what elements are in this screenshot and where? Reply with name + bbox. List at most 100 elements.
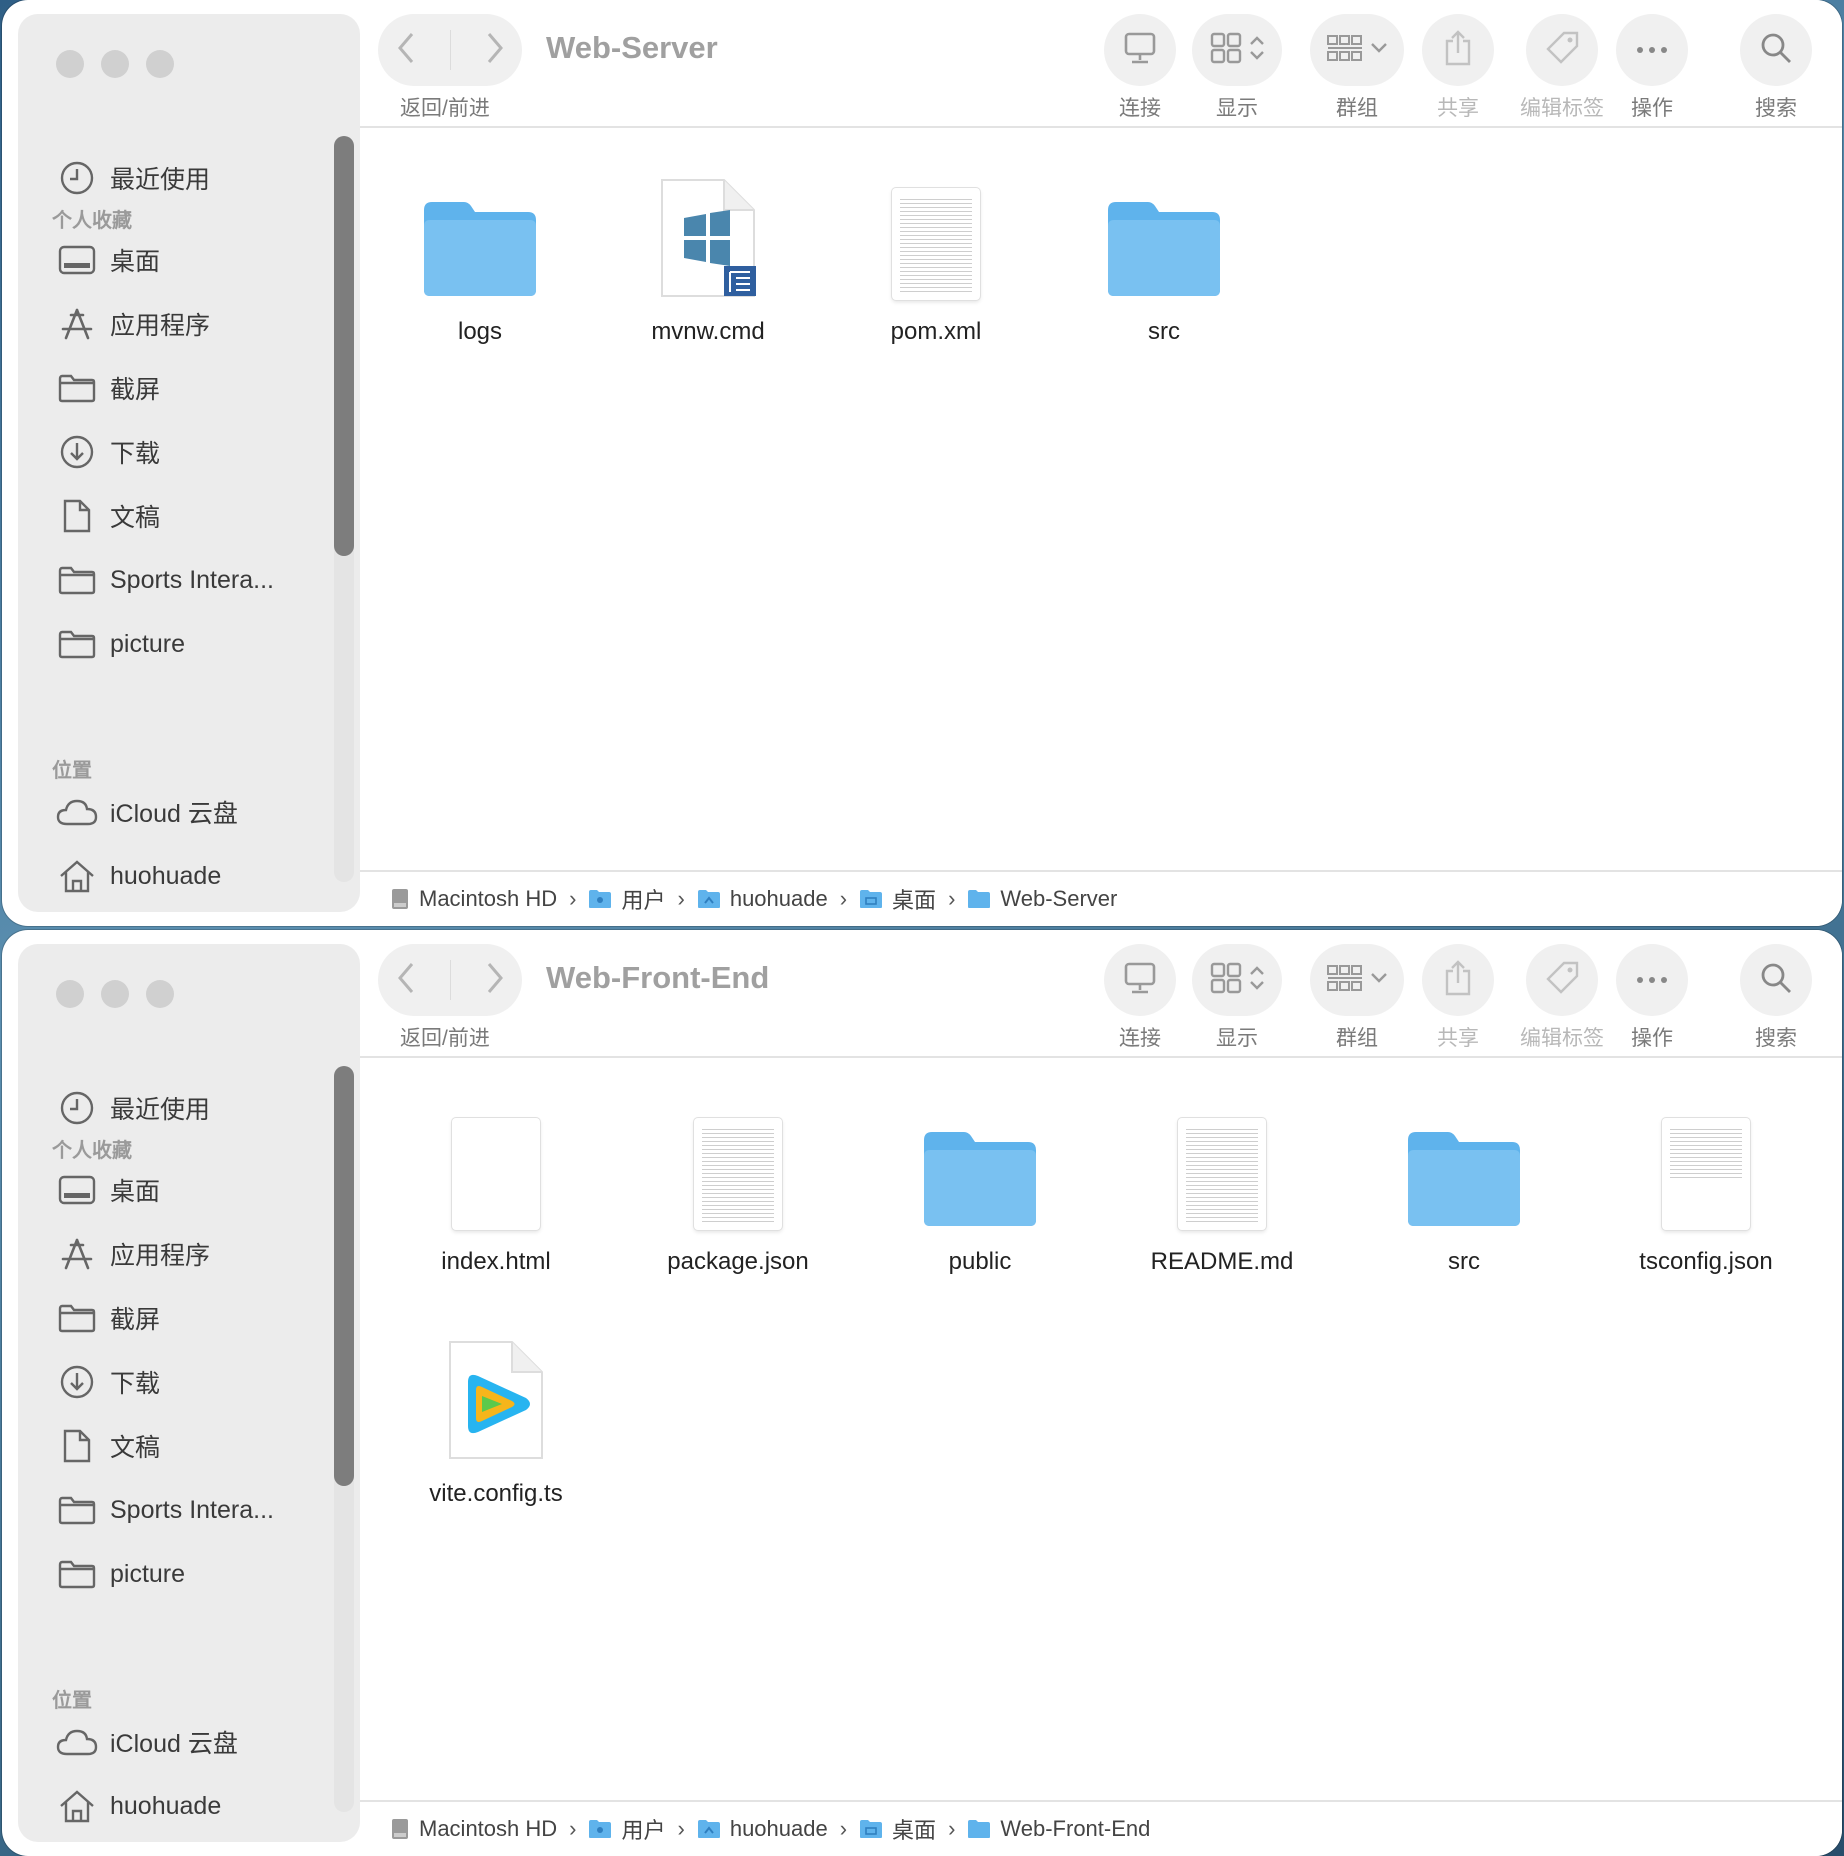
path-item-desktop[interactable]: 桌面 [859,1813,936,1845]
sidebar-item-applications[interactable]: 应用程序 [56,1232,210,1276]
sidebar-item-home[interactable]: huohuade [56,1784,221,1828]
file-item-package-json[interactable]: package.json [638,1110,838,1276]
text-document-icon [836,180,1036,300]
search-label: 搜索 [1755,97,1797,120]
zoom-button[interactable] [146,50,174,78]
path-separator-icon: › [569,886,577,911]
sidebar-item-recent[interactable]: 最近使用 [56,156,210,200]
sidebar-item-screenshots[interactable]: 截屏 [56,366,160,410]
tags-label: 编辑标签 [1520,1027,1604,1050]
file-item-logs[interactable]: logs [380,180,580,346]
text-document-icon [1122,1110,1322,1230]
close-button[interactable] [56,50,84,78]
sidebar-item-sports[interactable]: Sports Intera... [56,1488,274,1532]
view-label: 显示 [1216,1027,1258,1050]
file-item-src[interactable]: src [1364,1110,1564,1276]
favorites-header: 个人收藏 [52,1140,132,1162]
applications-icon [56,304,98,344]
path-separator-icon: › [569,1816,577,1841]
zoom-button[interactable] [146,980,174,1008]
sidebar-item-downloads[interactable]: 下载 [56,1360,160,1404]
sidebar-item-documents[interactable]: 文稿 [56,494,160,538]
chevron-right-icon[interactable] [484,31,506,70]
favorites-header: 个人收藏 [52,210,132,232]
group-button[interactable] [1310,944,1404,1016]
sidebar-item-desktop[interactable]: 桌面 [56,238,160,282]
chevron-left-icon[interactable] [395,31,417,70]
file-item-tsconfig-json[interactable]: tsconfig.json [1606,1110,1806,1276]
sidebar-item-recent[interactable]: 最近使用 [56,1086,210,1130]
sidebar-scrollbar[interactable] [334,136,354,556]
action-button[interactable] [1616,944,1688,1016]
file-item-mvnw-cmd[interactable]: mvnw.cmd [608,179,808,346]
text-document-icon [1606,1110,1806,1230]
file-grid: index.html package.json public README.md… [360,1058,1842,1800]
chevron-left-icon[interactable] [395,961,417,1000]
file-item-vite-config-ts[interactable]: vite.config.ts [396,1341,596,1508]
path-item-home[interactable]: huohuade [697,1816,828,1842]
path-item-current[interactable]: Web-Front-End [967,1816,1150,1842]
sidebar-item-picture[interactable]: picture [56,1552,185,1596]
window-controls [56,980,174,1008]
file-item-src[interactable]: src [1064,180,1264,346]
sidebar-item-desktop[interactable]: 桌面 [56,1168,160,1212]
minimize-button[interactable] [101,980,129,1008]
view-button[interactable] [1192,14,1282,86]
file-item-index-html[interactable]: index.html [396,1110,596,1276]
connect-button[interactable] [1104,944,1176,1016]
sidebar-item-home[interactable]: huohuade [56,854,221,898]
path-item-disk[interactable]: Macintosh HD [390,886,557,912]
search-button[interactable] [1740,944,1812,1016]
sidebar-scrollbar[interactable] [334,1066,354,1486]
sidebar-item-sports[interactable]: Sports Intera... [56,558,274,602]
path-item-users[interactable]: 用户 [588,883,666,915]
sidebar-item-label: iCloud 云盘 [110,800,238,828]
view-button[interactable] [1192,944,1282,1016]
sidebar-item-applications[interactable]: 应用程序 [56,302,210,346]
chevron-right-icon[interactable] [484,961,506,1000]
sidebar-item-label: 文稿 [110,1434,161,1462]
cloud-icon [56,1722,98,1762]
sidebar-item-icloud[interactable]: iCloud 云盘 [56,790,238,834]
share-label: 共享 [1437,97,1479,120]
tag-icon [1544,30,1580,71]
share-button[interactable] [1422,14,1494,86]
search-button[interactable] [1740,14,1812,86]
file-item-public[interactable]: public [880,1110,1080,1276]
path-item-home[interactable]: huohuade [697,886,828,912]
sidebar-item-label: Sports Intera... [110,565,274,594]
sidebar-item-picture[interactable]: picture [56,622,185,666]
view-label: 显示 [1216,97,1258,120]
path-item-current[interactable]: Web-Server [967,886,1117,912]
sidebar-item-label: 应用程序 [110,1242,211,1270]
close-button[interactable] [56,980,84,1008]
tags-button[interactable] [1526,14,1598,86]
search-icon [1759,961,1793,1000]
action-button[interactable] [1616,14,1688,86]
file-item-pom-xml[interactable]: pom.xml [836,180,1036,346]
path-item-users[interactable]: 用户 [588,1813,666,1845]
folder-icon [588,1819,612,1839]
sidebar-item-downloads[interactable]: 下载 [56,430,160,474]
back-forward-control [378,14,522,86]
sidebar-item-icloud[interactable]: iCloud 云盘 [56,1720,238,1764]
folder-icon [588,889,612,909]
tags-button[interactable] [1526,944,1598,1016]
minimize-button[interactable] [101,50,129,78]
file-name: tsconfig.json [1639,1248,1773,1275]
folder-outline-icon [56,368,98,408]
folder-outline-icon [56,1490,98,1530]
path-item-desktop[interactable]: 桌面 [859,883,936,915]
sidebar-item-label: Sports Intera... [110,1495,274,1524]
group-button[interactable] [1310,14,1404,86]
sidebar-item-documents[interactable]: 文稿 [56,1424,160,1468]
sidebar-item-screenshots[interactable]: 截屏 [56,1296,160,1340]
folder-icon [697,889,721,909]
nav-label: 返回/前进 [400,1027,490,1050]
search-label: 搜索 [1755,1027,1797,1050]
file-item-readme-md[interactable]: README.md [1122,1110,1322,1276]
share-button[interactable] [1422,944,1494,1016]
connect-button[interactable] [1104,14,1176,86]
sidebar-item-label: 文稿 [110,504,161,532]
path-item-disk[interactable]: Macintosh HD [390,1816,557,1842]
